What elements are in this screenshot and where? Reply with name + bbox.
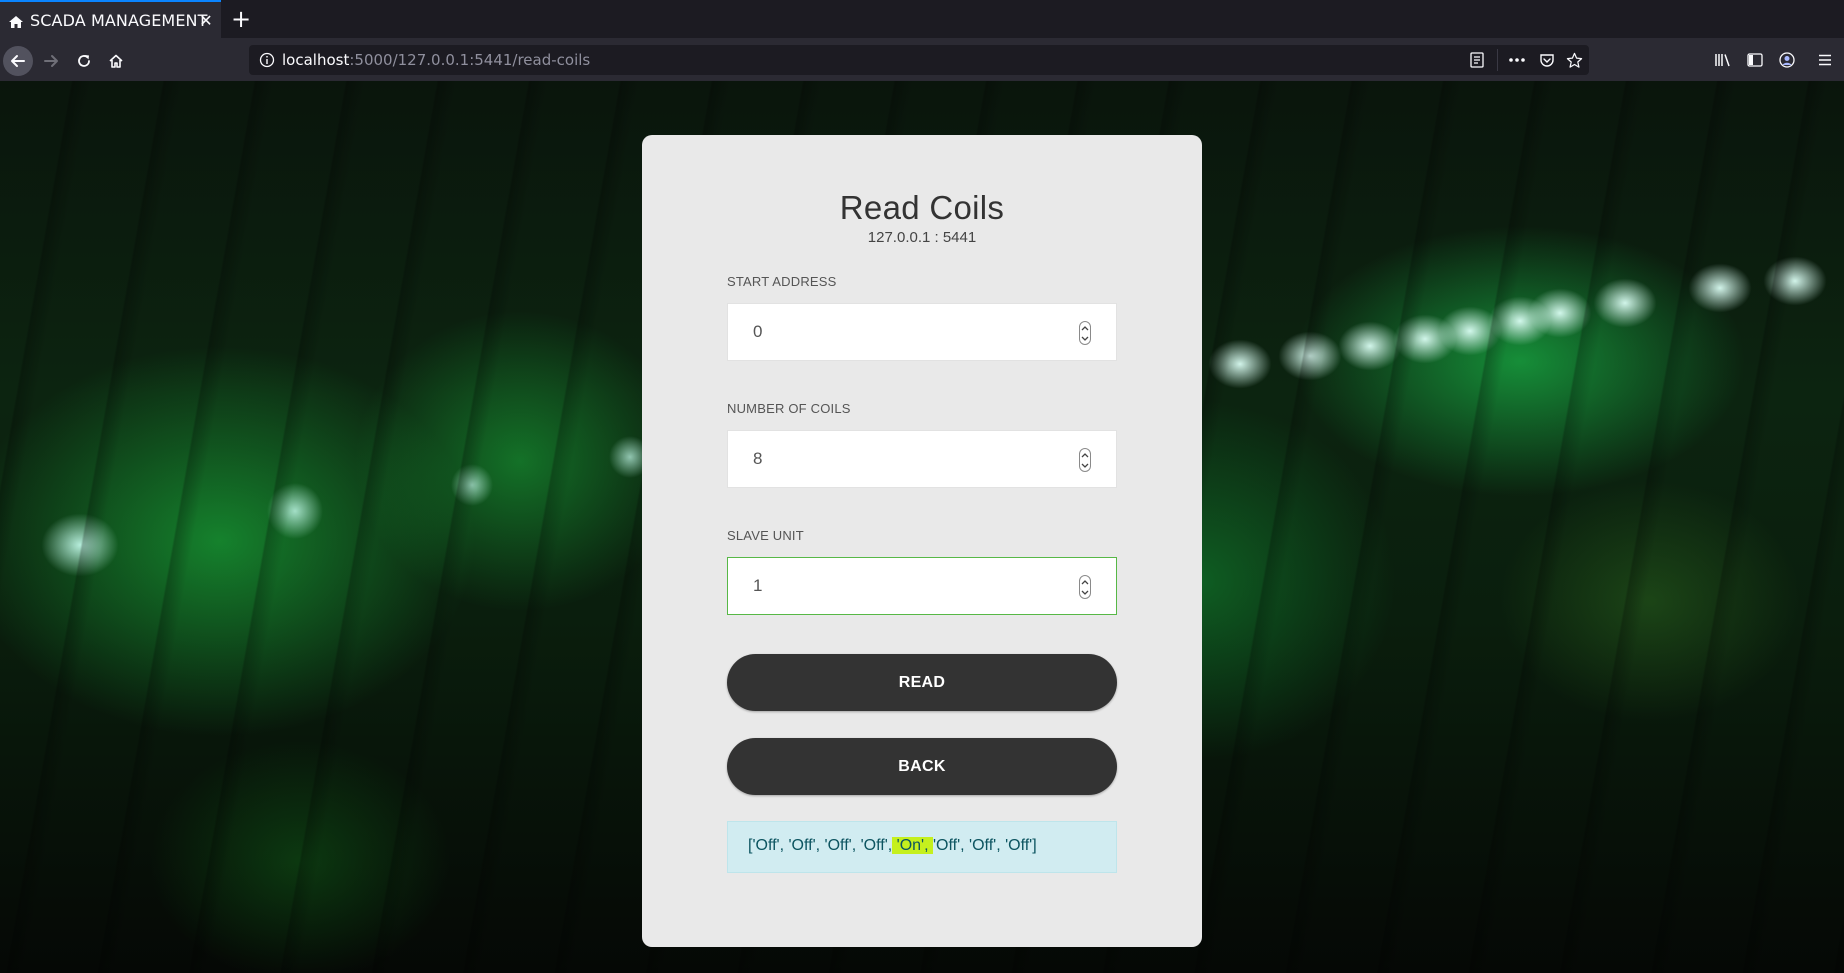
- forward-button[interactable]: [36, 46, 66, 76]
- chevron-down-icon[interactable]: [1080, 587, 1090, 598]
- bookmark-button[interactable]: [1564, 50, 1584, 70]
- number-of-coils-input[interactable]: 8: [727, 430, 1117, 488]
- account-icon: [1779, 52, 1795, 68]
- address-bar[interactable]: localhost:5000/127.0.0.1:5441/read-coils: [249, 45, 1589, 75]
- reload-icon: [78, 55, 90, 67]
- sidebar-button[interactable]: [1745, 50, 1765, 70]
- home-icon: [9, 16, 23, 28]
- info-icon[interactable]: [259, 52, 275, 68]
- more-icon: [1509, 58, 1525, 62]
- sidebar-icon: [1747, 53, 1763, 67]
- read-coils-card: Read Coils 127.0.0.1 : 5441 START ADDRES…: [642, 135, 1202, 947]
- slave-unit-value: 1: [753, 576, 763, 595]
- result-text-before: ['Off', 'Off', 'Off', 'Off',: [748, 837, 893, 854]
- number-spinner[interactable]: [1079, 321, 1091, 345]
- app-menu-button[interactable]: [1815, 50, 1835, 70]
- chevron-up-icon[interactable]: [1080, 449, 1090, 460]
- library-button[interactable]: [1713, 50, 1733, 70]
- slave-unit-input[interactable]: 1: [727, 557, 1117, 615]
- chevron-up-icon[interactable]: [1080, 576, 1090, 587]
- chevron-down-icon[interactable]: [1080, 460, 1090, 471]
- close-icon[interactable]: ✕: [197, 12, 215, 30]
- tab-scada-management[interactable]: SCADA MANAGEMENT ✕: [0, 0, 221, 38]
- read-button[interactable]: READ: [727, 654, 1117, 711]
- number-of-coils-label: NUMBER OF COILS: [727, 401, 851, 416]
- back-button[interactable]: [3, 46, 33, 76]
- start-address-label: START ADDRESS: [727, 274, 837, 289]
- page-title: Read Coils: [839, 189, 1005, 226]
- url-path: :5000/127.0.0.1:5441/read-coils: [349, 51, 591, 69]
- tab-title: SCADA MANAGEMENT: [30, 11, 208, 30]
- number-spinner[interactable]: [1079, 448, 1091, 472]
- start-address-input[interactable]: 0: [727, 303, 1117, 361]
- reader-icon: [1470, 52, 1484, 68]
- new-tab-button[interactable]: +: [230, 7, 252, 31]
- pocket-button[interactable]: [1537, 50, 1557, 70]
- star-icon: [1566, 52, 1582, 68]
- home-button[interactable]: [101, 46, 131, 76]
- number-of-coils-value: 8: [753, 449, 763, 468]
- result-highlight: 'On',: [892, 837, 933, 854]
- reader-view-button[interactable]: [1467, 50, 1487, 70]
- chevron-down-icon[interactable]: [1080, 333, 1090, 344]
- back-icon: [11, 55, 25, 67]
- start-address-value: 0: [753, 322, 763, 341]
- page-content: Read Coils 127.0.0.1 : 5441 START ADDRES…: [0, 81, 1844, 973]
- number-spinner[interactable]: [1079, 575, 1091, 599]
- chevron-up-icon[interactable]: [1080, 322, 1090, 333]
- pocket-icon: [1540, 54, 1554, 67]
- forward-icon: [44, 55, 58, 67]
- result-text-after: 'Off', 'Off', 'Off']: [932, 837, 1037, 854]
- home-icon: [109, 54, 123, 68]
- result-alert: ['Off', 'Off', 'Off', 'Off', 'On', 'Off'…: [727, 821, 1117, 873]
- library-icon: [1715, 54, 1730, 67]
- slave-unit-label: SLAVE UNIT: [727, 528, 804, 543]
- url-host: localhost: [282, 51, 350, 69]
- device-address: 127.0.0.1 : 5441: [867, 229, 977, 246]
- page-actions-button[interactable]: [1507, 50, 1527, 70]
- tab-bar: SCADA MANAGEMENT ✕ +: [0, 0, 1844, 38]
- url-separator: [1497, 49, 1498, 71]
- account-button[interactable]: [1777, 50, 1797, 70]
- url-text: localhost:5000/127.0.0.1:5441/read-coils: [282, 51, 590, 69]
- menu-icon: [1819, 54, 1831, 66]
- reload-button[interactable]: [69, 46, 99, 76]
- back-button[interactable]: BACK: [727, 738, 1117, 795]
